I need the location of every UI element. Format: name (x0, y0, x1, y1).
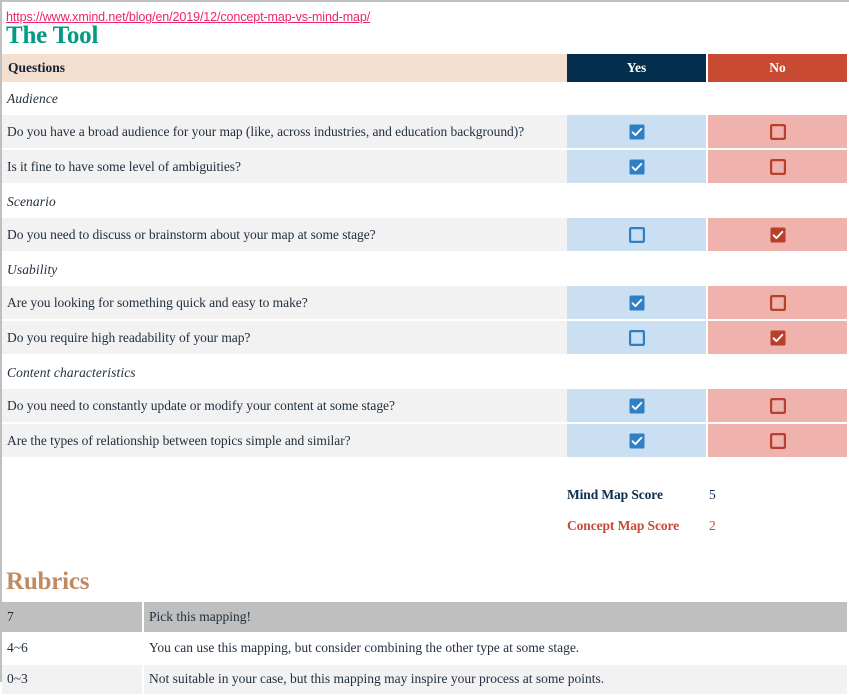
answer-cell-yes[interactable] (567, 149, 708, 186)
rubrics-advice: Pick this mapping! (143, 601, 847, 634)
page-root: https://www.xmind.net/blog/en/2019/12/co… (0, 0, 849, 696)
question-text: Do you need to discuss or brainstorm abo… (2, 218, 567, 254)
table-row: Do you require high readability of your … (2, 320, 847, 357)
checkbox-checked-icon[interactable] (770, 227, 786, 243)
mind-map-score-value: 5 (709, 487, 716, 503)
checkbox-checked-icon[interactable] (629, 398, 645, 414)
section-spacer-no (707, 252, 847, 287)
checkbox-checked-icon[interactable] (629, 433, 645, 449)
concept-map-score-label: Concept Map Score (567, 518, 680, 534)
checkbox-unchecked-icon[interactable] (769, 433, 786, 450)
rubrics-score-range: 7 (2, 601, 144, 634)
checkbox-unchecked-icon[interactable] (769, 295, 786, 312)
answer-cell-yes[interactable] (567, 115, 708, 151)
rubrics-score-range: 4~6 (2, 632, 144, 665)
answer-cell-no[interactable] (707, 389, 847, 425)
rubrics-row: 0~3 Not suitable in your case, but this m… (2, 663, 847, 696)
table-row: Is it fine to have some level of ambigui… (2, 149, 847, 186)
answer-cell-no[interactable] (707, 286, 847, 322)
column-header-questions: Questions (2, 54, 567, 83)
table-row: Do you need to discuss or brainstorm abo… (2, 218, 847, 254)
checkbox-checked-icon[interactable] (770, 330, 786, 346)
question-text: Are you looking for something quick and … (2, 286, 567, 322)
column-header-no: No (707, 54, 847, 83)
rubrics-section: Rubrics 7 Pick this mapping! 4~6 You can us… (2, 568, 849, 696)
tool-table-body: Audience Do you have a broad audience for… (2, 82, 847, 460)
page-title-rubrics: Rubrics (6, 568, 90, 596)
answer-cell-no[interactable] (707, 115, 847, 151)
rubrics-row: 4~6 You can use this mapping, but conside… (2, 632, 847, 665)
section-spacer-yes (567, 82, 707, 116)
checkbox-unchecked-icon[interactable] (628, 227, 645, 244)
section-header-row: Scenario (2, 184, 847, 219)
rubrics-advice: You can use this mapping, but consider c… (143, 632, 847, 665)
answer-cell-no[interactable] (707, 320, 847, 357)
rubrics-row: 7 Pick this mapping! (2, 601, 847, 634)
answer-cell-no[interactable] (707, 423, 847, 460)
section-label: Audience (2, 82, 567, 116)
question-text: Do you have a broad audience for your ma… (2, 115, 567, 151)
section-label: Usability (2, 252, 567, 287)
column-header-yes: Yes (567, 54, 708, 83)
checkbox-checked-icon[interactable] (629, 159, 645, 175)
rubrics-table-body: 7 Pick this mapping! 4~6 You can use this m… (2, 601, 847, 696)
answer-cell-no[interactable] (707, 149, 847, 186)
section-spacer-yes (567, 355, 707, 390)
tool-table: Questions Yes No Audience Do you have a b… (2, 54, 847, 460)
question-text: Are the types of relationship between to… (2, 423, 567, 460)
checkbox-checked-icon[interactable] (629, 124, 645, 140)
question-text: Do you require high readability of your … (2, 320, 567, 357)
table-row: Do you have a broad audience for your ma… (2, 115, 847, 151)
concept-map-score-value: 2 (709, 518, 716, 534)
section-header-row: Content characteristics (2, 355, 847, 390)
answer-cell-yes[interactable] (567, 389, 708, 425)
answer-cell-yes[interactable] (567, 218, 708, 254)
score-row-concept-map: Concept Map Score 2 (567, 518, 849, 549)
section-spacer-yes (567, 252, 707, 287)
checkbox-checked-icon[interactable] (629, 295, 645, 311)
mind-map-score-label: Mind Map Score (567, 487, 663, 503)
section-spacer-no (707, 355, 847, 390)
section-spacer-no (707, 82, 847, 116)
section-header-row: Usability (2, 252, 847, 287)
checkbox-unchecked-icon[interactable] (769, 398, 786, 415)
question-text: Do you need to constantly update or modi… (2, 389, 567, 425)
section-spacer-yes (567, 184, 707, 219)
question-text: Is it fine to have some level of ambigui… (2, 149, 567, 186)
rubrics-advice: Not suitable in your case, but this mapp… (143, 663, 847, 696)
source-url-line: https://www.xmind.net/blog/en/2019/12/co… (2, 2, 849, 24)
score-summary: Mind Map Score 5 Concept Map Score 2 (2, 487, 849, 549)
checkbox-unchecked-icon[interactable] (769, 124, 786, 141)
section-header-row: Audience (2, 82, 847, 116)
answer-cell-yes[interactable] (567, 286, 708, 322)
rubrics-score-range: 0~3 (2, 663, 144, 696)
page-title-the-tool: The Tool (6, 22, 99, 49)
answer-cell-no[interactable] (707, 218, 847, 254)
table-row: Do you need to constantly update or modi… (2, 389, 847, 425)
checkbox-unchecked-icon[interactable] (769, 159, 786, 176)
table-header-row: Questions Yes No (2, 54, 847, 83)
answer-cell-yes[interactable] (567, 423, 708, 460)
answer-cell-yes[interactable] (567, 320, 708, 357)
score-row-mind-map: Mind Map Score 5 (567, 487, 849, 518)
table-row: Are the types of relationship between to… (2, 423, 847, 460)
section-label: Content characteristics (2, 355, 567, 390)
section-spacer-no (707, 184, 847, 219)
rubrics-table: 7 Pick this mapping! 4~6 You can use this m… (2, 601, 847, 696)
tool-table-header: Questions Yes No (2, 54, 847, 83)
section-label: Scenario (2, 184, 567, 219)
table-row: Are you looking for something quick and … (2, 286, 847, 322)
checkbox-unchecked-icon[interactable] (628, 330, 645, 347)
